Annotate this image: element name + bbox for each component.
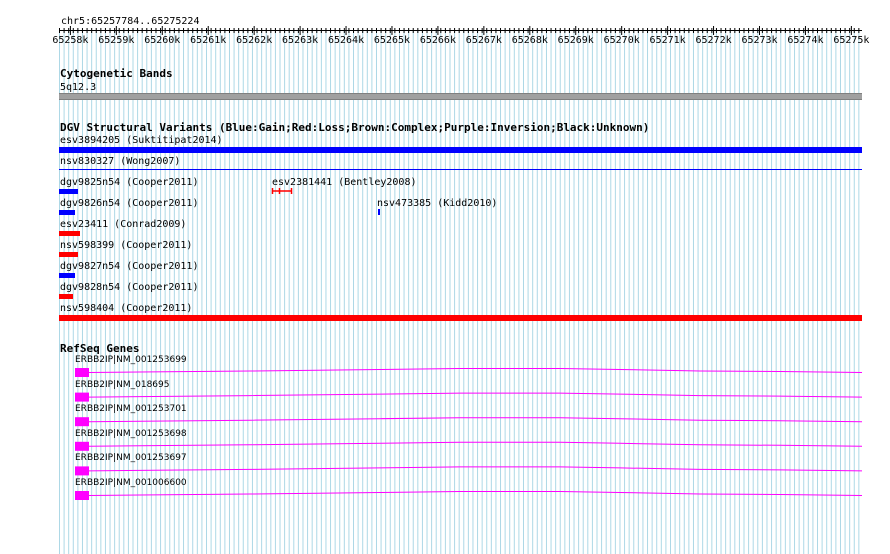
ruler-tick-label: 65265k [373,35,411,46]
variant-label: nsv598404 (Cooper2011) [60,303,193,314]
variant-bar-nsv598399[interactable] [59,252,78,257]
ruler-tick-label: 65267k [465,35,502,46]
cytoband-track-title: Cytogenetic Bands [60,67,173,80]
variant-bar-dgv9828n54[interactable] [59,294,73,299]
ruler-tick-label: 65272k [695,35,732,46]
ruler-tick-label: 65273k [741,35,778,46]
refseq-track-title: RefSeq Genes [60,342,140,355]
transcript-label: ERBB2IP|NM_001253699 [75,355,187,365]
ruler-tick-label: 65261k [190,35,227,46]
transcript-label: ERBB2IP|NM_018695 [75,379,170,390]
transcript-label: ERBB2IP|NM_001253701 [75,404,187,415]
grid-lines [59,30,860,554]
ruler-tick-label: 65263k [282,35,319,46]
cytoband-label: 5q12.3 [60,82,97,93]
ruler-tick-label: 65262k [236,35,273,46]
transcript-label: ERBB2IP|NM_001253698 [75,428,187,439]
dgv-track-title: DGV Structural Variants (Blue:Gain;Red:L… [60,121,650,134]
ruler-tick-label: 65270k [603,35,640,46]
variant-bar-esv3894205[interactable] [59,147,862,153]
ruler-tick-label: 65271k [649,35,686,46]
variant-label: nsv473385 (Kidd2010) [377,198,498,209]
ruler-tick-label: 65264k [327,35,365,46]
ruler-tick-label: 65275k [833,35,870,46]
variant-bar-nsv598404[interactable] [59,315,862,321]
variant-bar-dgv9825n54[interactable] [59,189,78,194]
ruler-tick-label: 65266k [419,35,456,46]
variant-label: dgv9827n54 (Cooper2011) [60,261,199,272]
ruler-tick-label: 65259k [98,35,135,46]
variant-label: dgv9825n54 (Cooper2011) [60,177,199,188]
variant-label: esv23411 (Conrad2009) [60,219,187,230]
ruler-tick-label: 65268k [511,35,548,46]
variant-label: dgv9826n54 (Cooper2011) [60,198,199,209]
ruler-tick-label: 65258k [52,35,89,46]
variant-label: nsv598399 (Cooper2011) [60,240,193,251]
variant-bar-dgv9826n54[interactable] [59,210,75,215]
variant-bar-dgv9827n54[interactable] [59,273,75,278]
variant-label: nsv830327 (Wong2007) [60,156,181,167]
variant-bar-esv23411[interactable] [59,231,80,236]
variant-label: esv3894205 (Suktitipat2014) [60,135,223,146]
transcript-label: ERBB2IP|NM_001253697 [75,453,187,464]
variant-bar-nsv473385[interactable] [378,209,380,215]
ruler-tick-label: 65274k [787,35,824,46]
variant-label: dgv9828n54 (Cooper2011) [60,282,199,293]
transcript-label: ERBB2IP|NM_001006600 [75,478,187,488]
variant-label: esv2381441 (Bentley2008) [272,177,417,188]
cytoband-bar[interactable] [59,93,862,100]
variant-bar-nsv830327[interactable] [59,169,862,170]
ruler-tick-label: 65260k [144,35,181,46]
ruler-tick-label: 65269k [557,35,594,46]
